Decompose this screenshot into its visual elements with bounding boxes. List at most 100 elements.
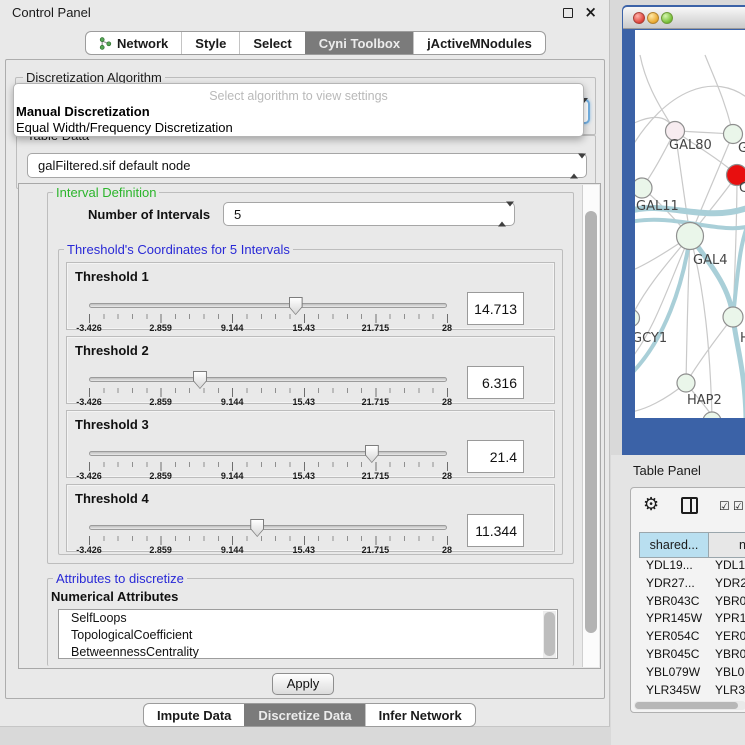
slider-track[interactable] — [89, 525, 447, 530]
selected-table: galFiltered.sif default node — [38, 154, 190, 178]
tab-select[interactable]: Select — [239, 32, 304, 54]
dropdown-option-manual[interactable]: Manual Discretization — [16, 104, 150, 119]
thresholds-group: Threshold's Coordinates for 5 Intervals … — [58, 249, 563, 555]
tab-cyni-toolbox[interactable]: Cyni Toolbox — [305, 32, 413, 54]
network-node[interactable] — [635, 178, 652, 198]
slider-track[interactable] — [89, 451, 447, 456]
cell-name[interactable]: YPR1 — [709, 611, 745, 629]
column-header-name[interactable]: n — [709, 532, 745, 558]
tick-label: 21.715 — [362, 471, 390, 481]
threshold-4-slider[interactable]: -3.4262.8599.14415.4321.71528 — [89, 521, 447, 551]
close-traffic-light[interactable] — [633, 12, 645, 24]
slider-thumb[interactable] — [250, 519, 264, 537]
slider-track[interactable] — [89, 377, 447, 382]
cell-shared-name[interactable]: YDL19... — [639, 558, 709, 576]
slider-thumb[interactable] — [193, 371, 207, 389]
list-item[interactable]: TopologicalCoefficient — [59, 627, 557, 644]
cell-shared-name[interactable]: YBL079W — [639, 665, 709, 683]
threshold-4-value[interactable] — [467, 514, 524, 547]
threshold-2-slider[interactable]: -3.4262.8599.14415.4321.71528 — [89, 373, 447, 403]
network-node[interactable] — [677, 223, 704, 250]
table-row[interactable]: YBR045CYBR0 — [639, 647, 745, 665]
cell-shared-name[interactable]: YER054C — [639, 629, 709, 647]
minimize-traffic-light[interactable] — [647, 12, 659, 24]
cell-shared-name[interactable]: YBR045C — [639, 647, 709, 665]
cell-shared-name[interactable]: YLR345W — [639, 683, 709, 699]
control-panel: Control Panel × Network Style Select Cyn… — [0, 0, 610, 727]
cell-name[interactable]: YBR0 — [709, 647, 745, 665]
list-item[interactable]: BetweennessCentrality — [59, 644, 557, 659]
cell-name[interactable]: YBL0 — [709, 665, 745, 683]
table-row[interactable]: YLR345WYLR3 — [639, 683, 745, 699]
list-scrollbar[interactable] — [543, 611, 556, 658]
tab-jactivemnodules[interactable]: jActiveMNodules — [413, 32, 545, 54]
threshold-4-panel: Threshold 4 -3.4262.8599.14415.4321.7152… — [66, 484, 555, 552]
slider-tick-labels: -3.4262.8599.14415.4321.71528 — [89, 397, 447, 408]
network-node[interactable] — [703, 412, 721, 418]
table-row[interactable]: YDL19...YDL1 — [639, 558, 745, 576]
tick-label: 9.144 — [221, 397, 244, 407]
settings-scroll-panel: Interval Definition Number of Intervals … — [18, 183, 601, 669]
cell-shared-name[interactable]: YBR043C — [639, 594, 709, 612]
table-row[interactable]: YDR27...YDR2 — [639, 576, 745, 594]
tab-style[interactable]: Style — [181, 32, 239, 54]
horizontal-scrollbar[interactable] — [634, 701, 745, 710]
threshold-2-value[interactable] — [467, 366, 524, 399]
table-row[interactable]: YER054CYER0 — [639, 629, 745, 647]
slider-thumb[interactable] — [365, 445, 379, 463]
slider-thumb[interactable] — [289, 297, 303, 315]
checkbox-icon[interactable]: ☑ — [733, 499, 744, 513]
close-icon[interactable]: × — [584, 3, 597, 21]
panel-scrollbar[interactable] — [582, 185, 599, 667]
tick-label: 15.43 — [293, 397, 316, 407]
slider-track[interactable] — [89, 303, 447, 308]
panel-title: Control Panel — [12, 5, 91, 20]
threshold-3-slider[interactable]: -3.4262.8599.14415.4321.71528 — [89, 447, 447, 477]
threshold-label: Threshold 2 — [75, 343, 149, 358]
cell-name[interactable]: YDR2 — [709, 576, 745, 594]
network-graph: GAL80GACGAL11GAL4GCY1HHAP2 — [635, 30, 745, 418]
table-row[interactable]: YBR043CYBR0 — [639, 594, 745, 612]
cell-name[interactable]: YLR3 — [709, 683, 745, 699]
network-node[interactable] — [635, 310, 640, 327]
tab-label: Network — [117, 36, 168, 51]
tick-label: 9.144 — [221, 471, 244, 481]
table-data-select[interactable]: galFiltered.sif default node — [27, 153, 587, 178]
network-node[interactable] — [677, 374, 695, 392]
threshold-1-slider[interactable]: -3.4262.8599.14415.4321.71528 — [89, 299, 447, 329]
threshold-3-value[interactable] — [467, 440, 524, 473]
tab-impute-data[interactable]: Impute Data — [144, 704, 244, 726]
scrollbar-thumb[interactable] — [585, 211, 597, 633]
split-columns-icon[interactable] — [681, 497, 698, 514]
tick-label: 21.715 — [362, 545, 390, 555]
tab-network[interactable]: Network — [86, 32, 181, 54]
tick-label: 28 — [442, 471, 452, 481]
checkbox-icon[interactable]: ☑ — [719, 499, 730, 513]
dropdown-option-equal-width[interactable]: Equal Width/Frequency Discretization — [16, 120, 233, 135]
float-window-icon[interactable] — [563, 8, 573, 18]
slider-ticks-major — [89, 536, 448, 545]
network-canvas[interactable]: GAL80GACGAL11GAL4GCY1HHAP2 — [635, 30, 745, 418]
tab-discretize-data[interactable]: Discretize Data — [244, 704, 364, 726]
threshold-1-value[interactable] — [467, 292, 524, 325]
tick-label: 21.715 — [362, 323, 390, 333]
scrollbar-thumb[interactable] — [635, 702, 738, 709]
cell-shared-name[interactable]: YPR145W — [639, 611, 709, 629]
column-header-shared-name[interactable]: shared... — [639, 532, 709, 558]
cell-name[interactable]: YBR0 — [709, 594, 745, 612]
zoom-traffic-light[interactable] — [661, 12, 673, 24]
num-intervals-select[interactable]: 5 — [223, 202, 515, 226]
tab-infer-network[interactable]: Infer Network — [365, 704, 475, 726]
dropdown-prompt: Select algorithm to view settings — [14, 89, 583, 103]
cell-shared-name[interactable]: YDR27... — [639, 576, 709, 594]
cell-name[interactable]: YDL1 — [709, 558, 745, 576]
tab-label: Infer Network — [379, 708, 462, 723]
tab-label: Discretize Data — [258, 708, 351, 723]
table-row[interactable]: YBL079WYBL0 — [639, 665, 745, 683]
cell-name[interactable]: YER0 — [709, 629, 745, 647]
network-node[interactable] — [723, 307, 743, 327]
apply-button[interactable]: Apply — [272, 673, 334, 695]
gear-icon[interactable]: ⚙ — [643, 494, 659, 515]
table-row[interactable]: YPR145WYPR1 — [639, 611, 745, 629]
list-item[interactable]: SelfLoops — [59, 610, 557, 627]
